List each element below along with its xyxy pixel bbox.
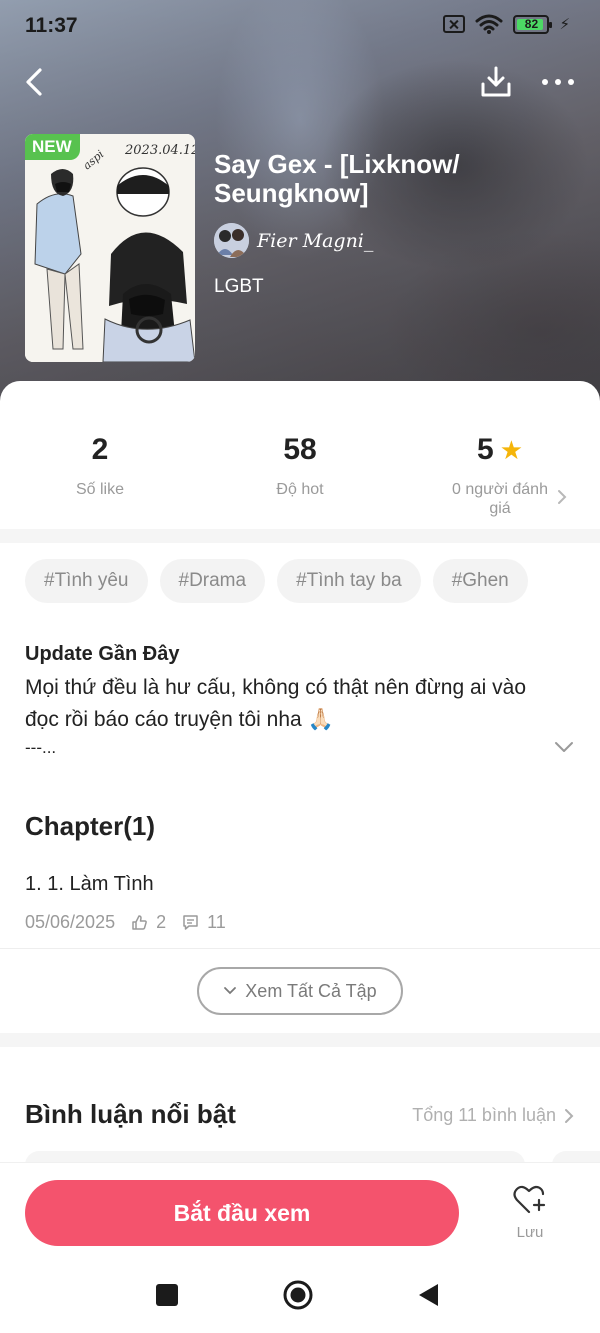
- chevron-right-icon: [558, 490, 567, 504]
- chapter-comment-count: 11: [207, 912, 226, 932]
- stat-hot: 58 Độ hot: [200, 433, 400, 499]
- no-sim-icon: [443, 15, 466, 33]
- story-info: Say Gex - [Lixknow/ Seungknow] Fier Magn…: [214, 150, 584, 298]
- tag-chip[interactable]: #Tình yêu: [25, 559, 148, 603]
- story-title: Say Gex - [Lixknow/ Seungknow]: [214, 149, 460, 208]
- battery-icon: 82: [513, 14, 553, 34]
- section-separator: [0, 1033, 600, 1047]
- chevron-right-icon: [565, 1108, 574, 1123]
- chapter-comments: 11: [182, 912, 226, 933]
- chevron-down-icon: [224, 987, 237, 995]
- tag-chip[interactable]: #Drama: [159, 559, 266, 603]
- status-time: 11:37: [25, 14, 78, 37]
- featured-comments-heading: Bình luận nổi bật: [25, 1099, 236, 1129]
- home-button[interactable]: [282, 1279, 314, 1311]
- battery-level: 82: [524, 17, 539, 31]
- heart-plus-icon: [513, 1185, 546, 1214]
- section-separator: [0, 529, 600, 543]
- stat-likes-value: 2: [91, 433, 109, 466]
- comment-icon: [183, 915, 198, 930]
- author-row[interactable]: Fier Magni_: [214, 223, 584, 258]
- download-icon: [481, 66, 511, 97]
- see-all-chapters-button[interactable]: Xem Tất Cả Tập: [197, 967, 403, 1015]
- divider: [0, 948, 600, 949]
- start-reading-button[interactable]: Bắt đầu xem: [25, 1180, 459, 1246]
- comments-total-link[interactable]: Tổng 11 bình luận: [412, 1105, 574, 1126]
- save-label: Lưu: [516, 1224, 544, 1241]
- chevron-down-icon[interactable]: [552, 739, 576, 755]
- status-icons: 82 ⚡: [443, 14, 570, 34]
- update-more: ---...: [25, 738, 57, 757]
- tag-chip[interactable]: #Tình tay ba: [277, 559, 421, 603]
- chapter-name: 1. 1. Làm Tình: [25, 873, 154, 895]
- download-button[interactable]: [478, 64, 514, 100]
- author-avatar: [214, 223, 249, 258]
- cover-illustration: 2023.04.12 aspi: [25, 134, 195, 362]
- back-button[interactable]: [18, 64, 54, 100]
- chapter-list-item[interactable]: 1. 1. Làm Tình 05/06/2025 2 11: [25, 873, 575, 933]
- nav-back-button[interactable]: [416, 1282, 440, 1308]
- stat-hot-value: 58: [283, 433, 317, 466]
- stat-hot-label: Độ hot: [276, 481, 324, 498]
- stat-likes: 2 Số like: [0, 433, 200, 499]
- save-button[interactable]: Lưu: [504, 1185, 556, 1247]
- chapter-meta: 05/06/2025 2 11: [25, 912, 575, 933]
- stats-section: 2 Số like 58 Độ hot 5 ★ 0 người đánh giá: [0, 381, 600, 527]
- back-icon: [26, 68, 42, 96]
- update-body: Mọi thứ đều là hư cấu, không có thật nên…: [25, 676, 526, 731]
- stat-rating-value: 5: [477, 433, 494, 466]
- tag-chip[interactable]: #Ghen: [432, 559, 528, 603]
- chapter-like-count: 2: [156, 912, 167, 932]
- star-icon: ★: [499, 434, 523, 465]
- comments-total-label: Tổng 11 bình luận: [412, 1105, 556, 1125]
- thumbs-up-icon: [132, 915, 147, 930]
- new-badge: NEW: [25, 134, 80, 160]
- recent-apps-button[interactable]: [156, 1284, 178, 1306]
- status-bar: 11:37 82 ⚡: [0, 0, 600, 56]
- author-name: Fier Magni_: [257, 229, 374, 252]
- stat-likes-label: Số like: [75, 481, 125, 498]
- system-nav-bar: [0, 1262, 600, 1333]
- bottom-action-bar: Bắt đầu xem Lưu: [0, 1162, 600, 1262]
- story-genre[interactable]: LGBT: [214, 276, 584, 298]
- wifi-icon: [475, 14, 503, 34]
- stat-rating-label: 0 người đánh giá: [452, 481, 548, 517]
- update-heading: Update Gần Đây: [25, 643, 180, 665]
- stat-rating[interactable]: 5 ★ 0 người đánh giá: [400, 433, 600, 518]
- see-all-label: Xem Tất Cả Tập: [245, 980, 377, 1001]
- svg-text:2023.04.12: 2023.04.12: [124, 143, 195, 158]
- story-cover[interactable]: NEW 2023.04.12 aspi: [25, 134, 195, 362]
- more-icon: [542, 79, 574, 85]
- chapter-heading: Chapter(1): [25, 811, 156, 841]
- top-bar: [0, 58, 600, 108]
- more-options-button[interactable]: [538, 64, 578, 100]
- charging-icon: ⚡: [559, 16, 570, 33]
- chapter-likes: 2: [131, 912, 166, 933]
- tag-list: #Tình yêu #Drama #Tình tay ba #Ghen: [25, 559, 528, 603]
- chapter-date: 05/06/2025: [25, 912, 116, 932]
- update-section[interactable]: Update Gần Đây Mọi thứ đều là hư cấu, kh…: [25, 643, 575, 758]
